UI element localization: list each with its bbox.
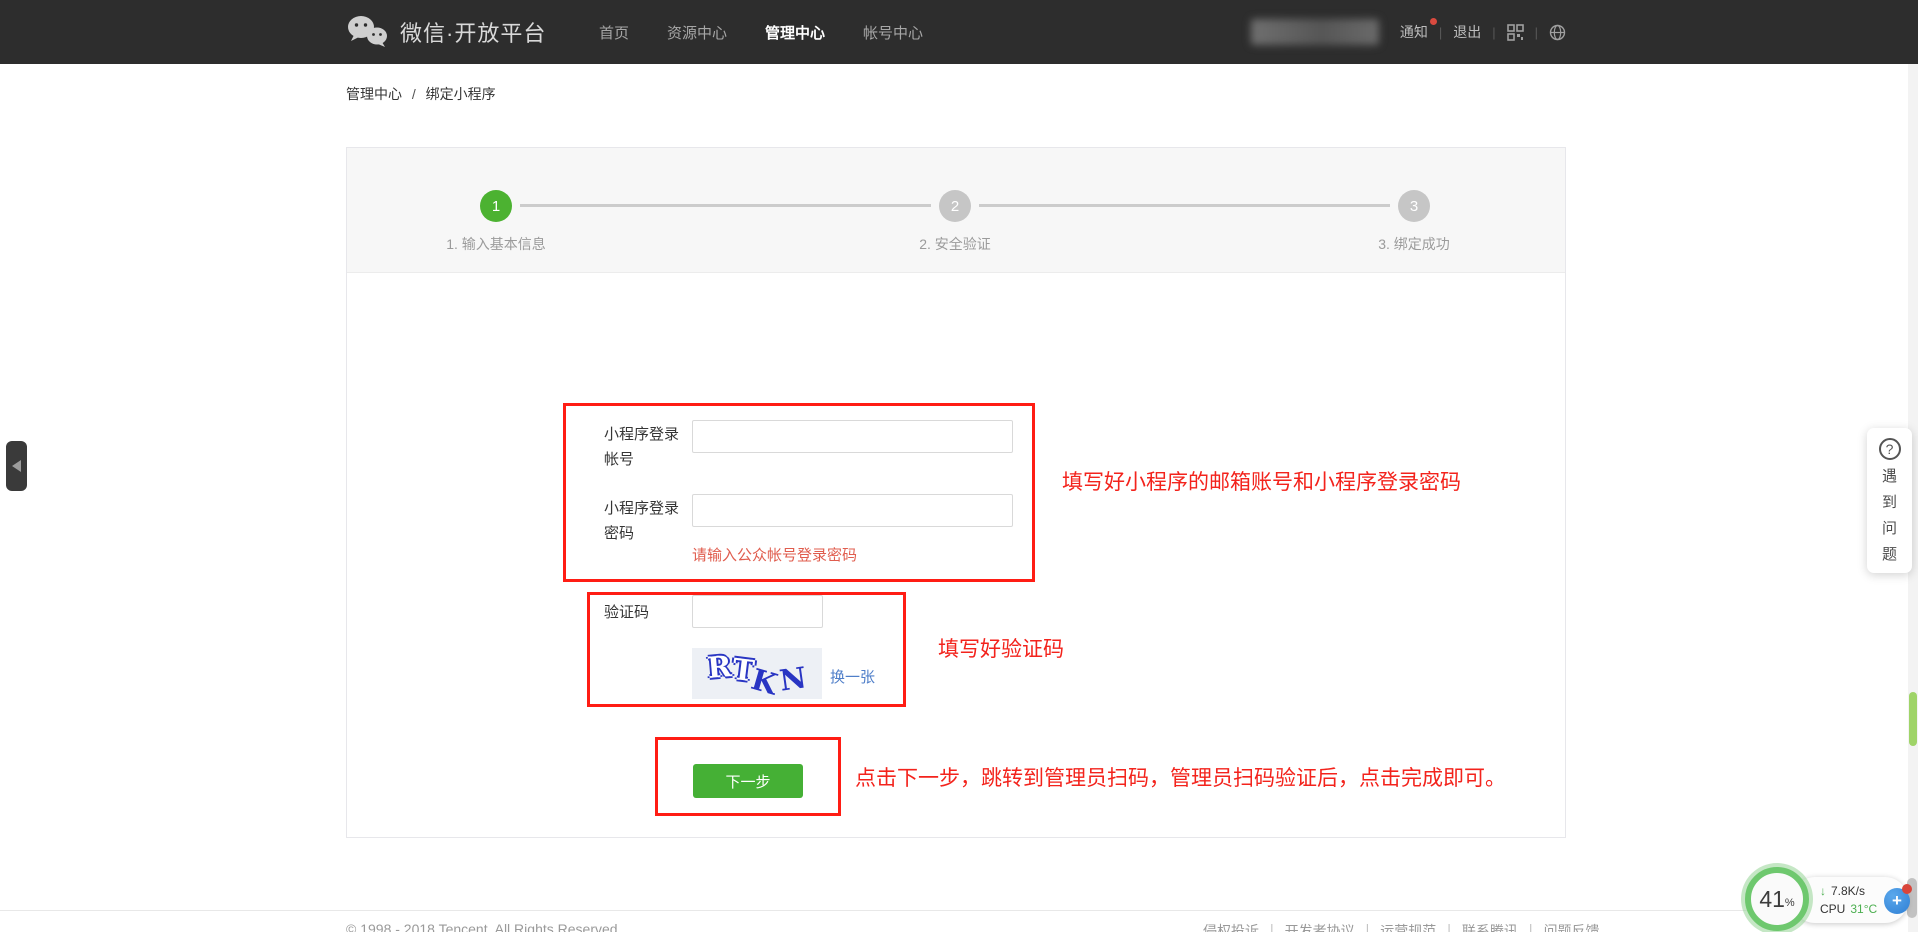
annotation-text-captcha: 填写好验证码 (938, 633, 1064, 663)
footer-separator: | (1366, 921, 1370, 932)
nav-separator: | (1492, 25, 1495, 40)
captcha-refresh-link[interactable]: 换一张 (830, 666, 875, 687)
account-label: 小程序登录帐号 (604, 422, 690, 472)
breadcrumb: 管理中心 / 绑定小程序 (346, 84, 496, 104)
footer-links: 侵权投诉 | 开发者协议 | 运营规范 | 联系腾讯 | 问题反馈 (1203, 921, 1600, 932)
step-label-1: 1. 输入基本信息 (386, 234, 606, 254)
username-redacted[interactable] (1251, 19, 1379, 45)
copyright-text: © 1998 - 2018 Tencent. All Rights Reserv… (346, 921, 621, 932)
memory-percent-value: 41 (1759, 886, 1785, 913)
step-connector (520, 204, 931, 207)
account-input[interactable] (692, 420, 1013, 453)
next-step-button[interactable]: 下一步 (693, 764, 803, 798)
notification-dot (1430, 18, 1437, 25)
download-arrow-icon: ↓ (1820, 882, 1826, 900)
help-widget[interactable]: ? 遇到问题 (1867, 428, 1912, 573)
captcha-input[interactable] (692, 595, 823, 628)
footer-link-feedback[interactable]: 问题反馈 (1544, 921, 1600, 932)
annotation-text-next: 点击下一步，跳转到管理员扫码，管理员扫码验证后，点击完成即可。 (855, 762, 1506, 792)
navbar-right: 通知 | 退出 | | (1251, 0, 1566, 64)
download-speed: 7.8K/s (1831, 882, 1865, 900)
top-navbar: 微信·开放平台 首页 资源中心 管理中心 帐号中心 通知 | 退出 | (0, 0, 1918, 64)
nav-separator: | (1439, 25, 1442, 40)
sidebar-collapse-tab[interactable] (6, 441, 27, 491)
page: 微信·开放平台 首页 资源中心 管理中心 帐号中心 通知 | 退出 | (0, 0, 1918, 932)
captcha-letter: N (778, 660, 809, 697)
annotation-text-credentials: 填写好小程序的邮箱账号和小程序登录密码 (1062, 466, 1461, 496)
footer-separator: | (1447, 921, 1451, 932)
captcha-label: 验证码 (604, 600, 690, 625)
wechat-logo-icon (346, 14, 388, 50)
footer-divider (0, 910, 1918, 911)
captcha-image[interactable]: R T K N (692, 648, 822, 699)
scrollbar-marker (1909, 692, 1917, 746)
logout-link[interactable]: 退出 (1453, 22, 1481, 42)
footer-separator: | (1529, 921, 1533, 932)
question-icon: ? (1879, 438, 1901, 460)
footer-link-contact[interactable]: 联系腾讯 (1462, 921, 1518, 932)
notice-label: 通知 (1400, 24, 1428, 40)
memory-percent-unit: % (1785, 897, 1795, 909)
nav-item-account[interactable]: 帐号中心 (863, 22, 923, 43)
step-circle-2: 2 (939, 190, 971, 222)
memory-percent-ring[interactable]: 41 % (1745, 867, 1809, 931)
steps-header: 1 2 3 1. 输入基本信息 2. 安全验证 3. 绑定成功 (347, 148, 1565, 273)
footer-link-agreement[interactable]: 开发者协议 (1285, 921, 1355, 932)
breadcrumb-parent[interactable]: 管理中心 (346, 86, 402, 102)
step-circle-3: 3 (1398, 190, 1430, 222)
nav-item-management[interactable]: 管理中心 (765, 22, 825, 43)
main-nav: 首页 资源中心 管理中心 帐号中心 (599, 0, 923, 64)
monitor-stats: ↓ 7.8K/s CPU 31°C (1820, 882, 1877, 918)
footer-link-complaint[interactable]: 侵权投诉 (1203, 921, 1259, 932)
step-label-2: 2. 安全验证 (845, 234, 1065, 254)
password-error-text: 请输入公众帐号登录密码 (692, 544, 857, 565)
nav-separator: | (1535, 25, 1538, 40)
footer-separator: | (1270, 921, 1274, 932)
cpu-label: CPU (1820, 900, 1845, 918)
password-input[interactable] (692, 494, 1013, 527)
captcha-letter: R (706, 649, 733, 685)
step-connector (979, 204, 1390, 207)
nav-item-home[interactable]: 首页 (599, 22, 629, 43)
step-label-3: 3. 绑定成功 (1304, 234, 1524, 254)
globe-icon[interactable] (1549, 24, 1566, 41)
nav-item-resources[interactable]: 资源中心 (667, 22, 727, 43)
step-circle-1: 1 (480, 190, 512, 222)
qrcode-icon[interactable] (1507, 24, 1524, 41)
bind-miniprogram-card: 1 2 3 1. 输入基本信息 2. 安全验证 3. 绑定成功 小程序登录帐号 … (346, 147, 1566, 838)
breadcrumb-separator: / (412, 86, 416, 102)
cpu-temperature: 31°C (1850, 900, 1877, 918)
brand-title: 微信·开放平台 (400, 16, 546, 48)
password-label: 小程序登录密码 (604, 496, 690, 546)
footer-link-rules[interactable]: 运营规范 (1380, 921, 1436, 932)
breadcrumb-current: 绑定小程序 (426, 86, 496, 102)
help-widget-label: 遇到问题 (1881, 464, 1899, 568)
collapse-arrow-icon (12, 460, 21, 472)
notice-link[interactable]: 通知 (1400, 22, 1428, 42)
brand[interactable]: 微信·开放平台 (346, 0, 546, 64)
monitor-notification-dot (1902, 884, 1912, 894)
